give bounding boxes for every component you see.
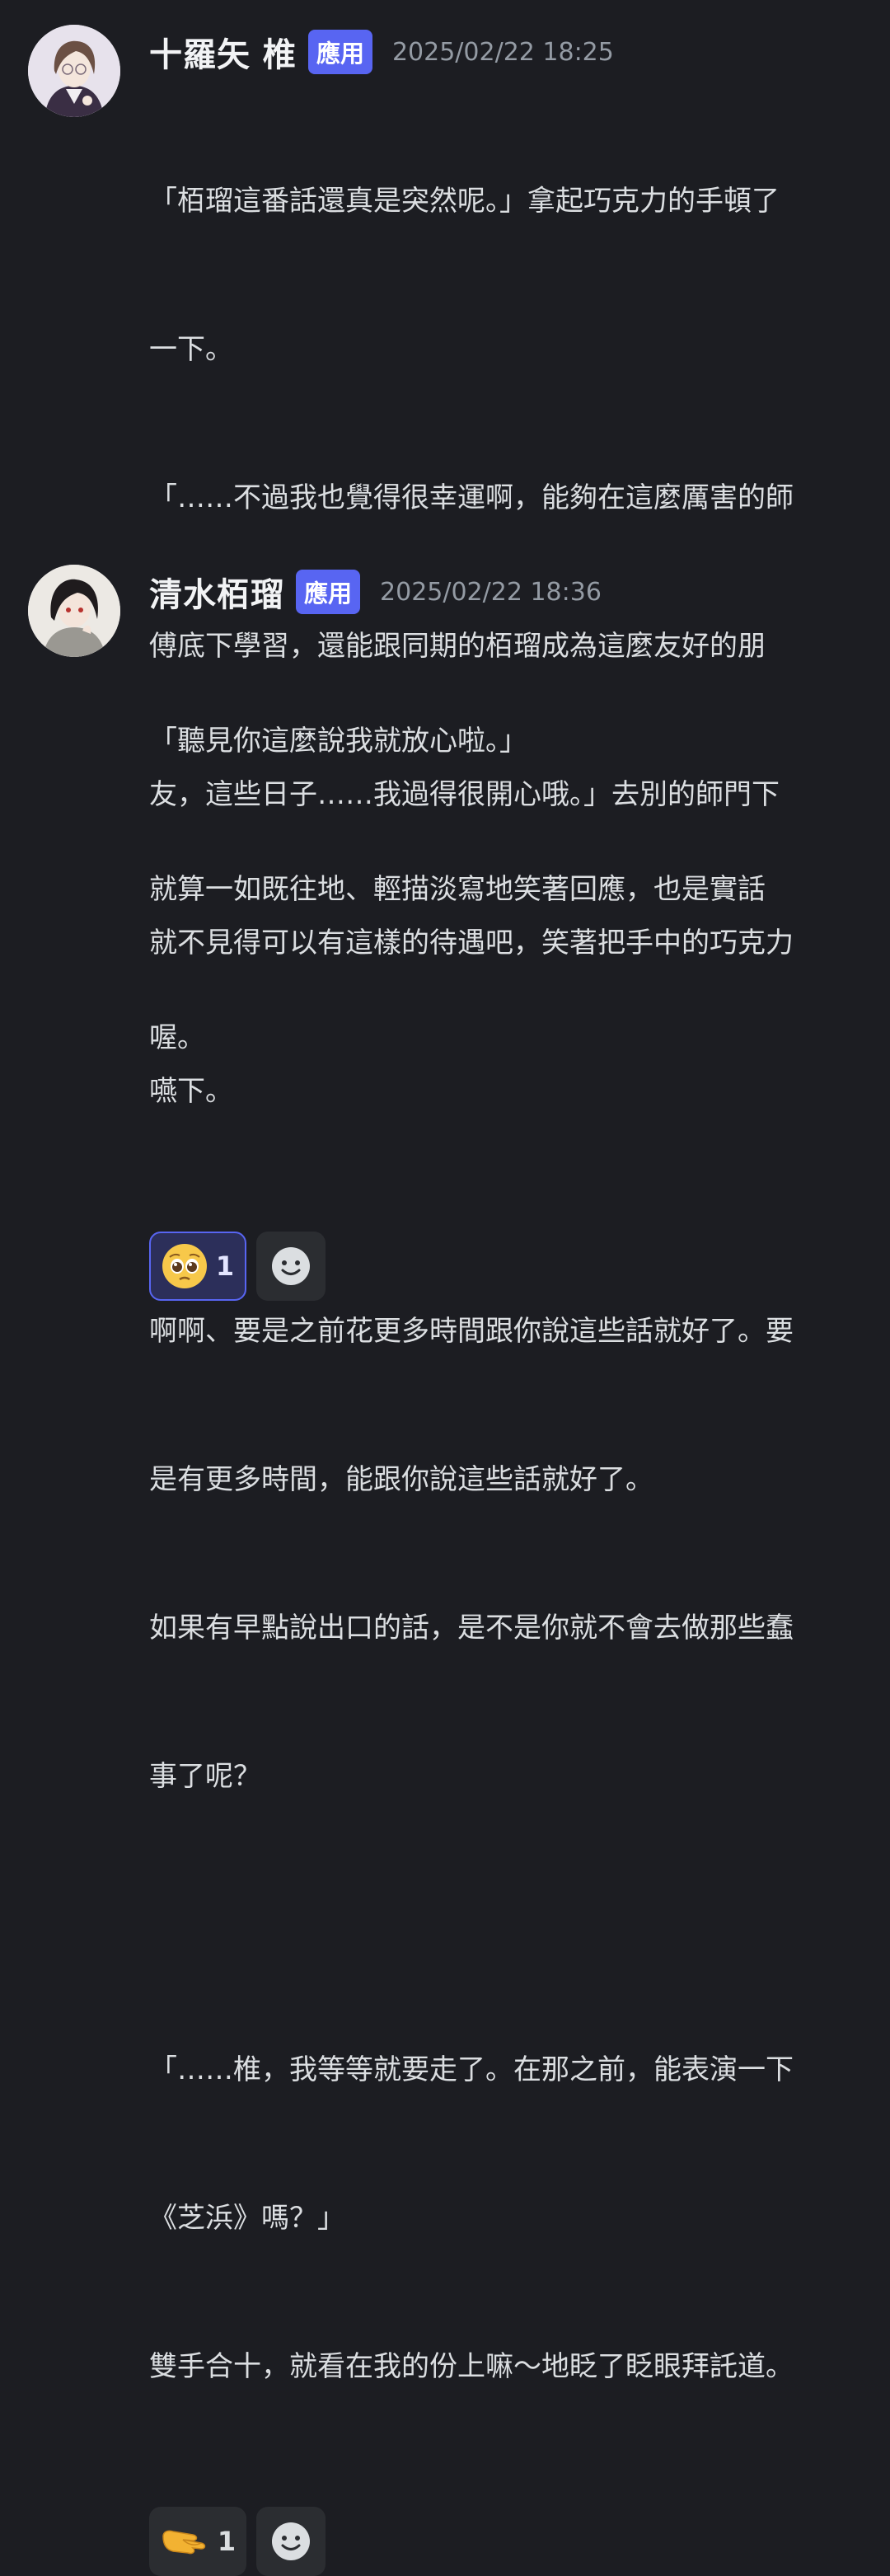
message-content: 「聽見你這麼說我就放心啦。」 就算一如既往地、輕描淡寫地笑著回應，也是實話 喔。…: [149, 617, 858, 2490]
message-line: 啊啊、要是之前花更多時間跟你說這些話就好了。要: [149, 1315, 794, 1348]
app-tag-badge: 應用: [296, 570, 361, 614]
message-line: 《芝浜》嗎？」: [149, 2202, 345, 2235]
author-name[interactable]: 十羅矢 椎: [149, 28, 297, 76]
message-line: 事了呢？: [149, 1760, 261, 1793]
reaction-count: 1: [217, 2526, 237, 2557]
reactions-bar: 1: [149, 2507, 858, 2576]
add-reaction-button[interactable]: [256, 2507, 326, 2576]
author-avatar[interactable]: [28, 25, 120, 117]
message-line: 「聽見你這麼說我就放心啦。」: [149, 725, 527, 758]
message-line: [149, 1161, 858, 1208]
message-line: 雙手合十，就看在我的份上嘛～地眨了眨眼拜託道。: [149, 2350, 794, 2383]
app-tag-badge: 應用: [307, 30, 372, 74]
message-line: 喔。: [149, 1021, 205, 1054]
message-line: 就算一如既往地、輕描淡寫地笑著回應，也是實話: [149, 873, 766, 906]
message-line: 一下。: [149, 333, 233, 366]
author-avatar[interactable]: [28, 565, 120, 657]
message-timestamp: 2025/02/22 18:25: [391, 37, 614, 67]
message-line: 如果有早點說出口的話，是不是你就不會去做那些蠢: [149, 1612, 794, 1645]
message-timestamp: 2025/02/22 18:36: [380, 577, 602, 607]
reaction-pinching-hand[interactable]: 1: [149, 2507, 246, 2576]
avatar-glasses-character-icon: [28, 25, 120, 117]
message-line: 「栢瑠這番話還真是突然呢。」拿起巧克力的手頓了: [149, 185, 780, 218]
smiley-add-reaction-icon: [272, 2522, 310, 2560]
author-name[interactable]: 清水栢瑠: [149, 568, 284, 616]
message-line: 是有更多時間，能跟你說這些話就好了。: [149, 1463, 653, 1496]
pinching-hand-icon: [162, 2530, 206, 2555]
message-line: 「……椎，我等等就要走了。在那之前，能表演一下: [149, 2053, 794, 2086]
avatar-dark-hair-character-icon: [28, 565, 120, 657]
message-line: [149, 1900, 858, 1946]
message-line: 「……不過我也覺得很幸運啊，能夠在這麼厲害的師: [149, 481, 794, 514]
